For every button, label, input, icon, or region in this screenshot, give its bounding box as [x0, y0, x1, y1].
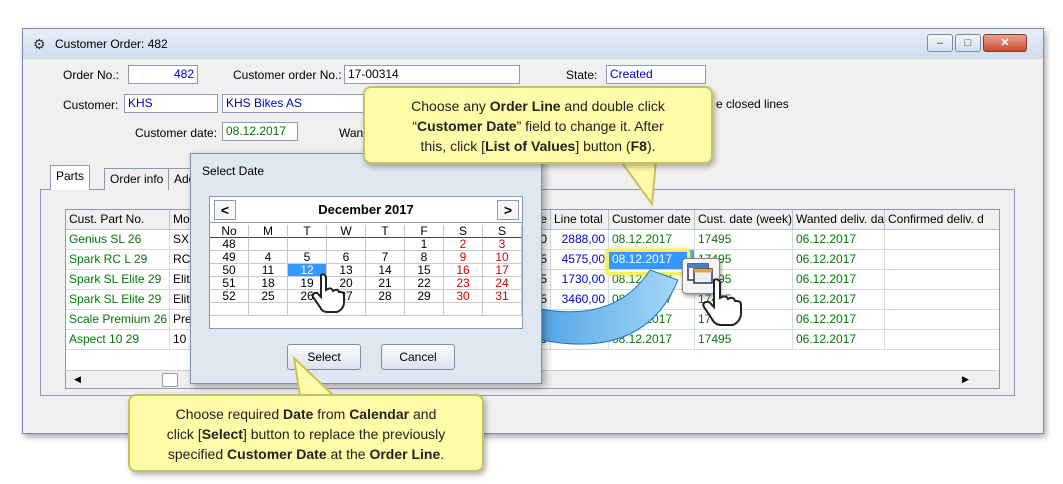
order-no-label: Order No.:	[63, 68, 120, 82]
cell-wanted-deliv[interactable]: 06.12.2017	[793, 230, 885, 250]
cell-wanted-deliv[interactable]: 06.12.2017	[793, 270, 885, 290]
column-header-cust-date-week[interactable]: Cust. date (week)	[695, 210, 793, 230]
state-field: Created	[606, 65, 706, 84]
customer-name-field: KHS Bikes AS	[222, 94, 372, 113]
calendar-header: < December 2017 >	[210, 197, 522, 223]
cell-cust-part-no[interactable]: Aspect 10 29	[66, 330, 170, 350]
horizontal-scroll-thumb[interactable]	[162, 373, 178, 387]
customer-label: Customer:	[63, 98, 119, 112]
select-date-dialog: Select Date < December 2017 > No M T W T F S S 4…	[190, 153, 542, 384]
week-number: 52	[210, 290, 249, 303]
cell-confirmed-deliv[interactable]	[885, 270, 999, 290]
column-header-cust-part-no[interactable]: Cust. Part No.	[66, 210, 170, 230]
weekday-header: T	[288, 225, 327, 238]
calendar-day[interactable]	[366, 303, 405, 316]
calendar-month-label: December 2017	[318, 202, 414, 217]
cell-wanted-deliv[interactable]: 06.12.2017	[793, 290, 885, 310]
cell-cust-part-no[interactable]: Genius SL 26	[66, 230, 170, 250]
cell-line-total[interactable]: 2888,00	[551, 230, 609, 250]
hide-closed-lines-label[interactable]: e closed lines	[716, 97, 789, 111]
cell-confirmed-deliv[interactable]	[885, 230, 999, 250]
calendar[interactable]: < December 2017 > No M T W T F S S 48 1 2 3 49 4 5 6 7 8 9…	[209, 196, 523, 329]
customer-order-no-field[interactable]: 17-00314	[344, 65, 520, 84]
hand-cursor-icon	[702, 278, 742, 326]
window-title: Customer Order: 482	[55, 37, 168, 51]
state-label: State:	[566, 68, 598, 82]
cell-cust-part-no[interactable]: Scale Premium 26	[66, 310, 170, 330]
weekday-header: M	[249, 225, 288, 238]
calendar-day[interactable]	[444, 303, 483, 316]
cell-cust-part-no[interactable]: Spark RC L 29	[66, 250, 170, 270]
cell-cust-part-no[interactable]: Spark SL Elite 29	[66, 270, 170, 290]
customer-date-field[interactable]: 08.12.2017	[222, 122, 298, 141]
calendar-day[interactable]	[405, 303, 444, 316]
calendar-day[interactable]	[483, 303, 522, 316]
calendar-day[interactable]	[249, 303, 288, 316]
cell-wanted-deliv[interactable]: 06.12.2017	[793, 330, 885, 350]
column-header-wanted-deliv[interactable]: Wanted deliv. da	[793, 210, 885, 230]
scroll-right-arrow-icon[interactable]: ▶	[962, 374, 969, 385]
instruction-callout-bottom: Choose required Date from Calendar and c…	[128, 394, 484, 472]
cancel-button[interactable]: Cancel	[381, 344, 455, 370]
scroll-left-arrow-icon[interactable]: ◀	[74, 374, 81, 385]
wanted-date-label: Wan	[339, 126, 364, 140]
calendar-day[interactable]: 31	[483, 290, 522, 303]
cell-cust-part-no[interactable]: Spark SL Elite 29	[66, 290, 170, 310]
weekday-header: T	[366, 225, 405, 238]
prev-month-button[interactable]: <	[214, 200, 236, 220]
callout-top-pointer	[618, 160, 658, 206]
cell-confirmed-deliv[interactable]	[885, 330, 999, 350]
customer-code-field[interactable]: KHS	[124, 94, 218, 113]
calendar-day[interactable]: 28	[366, 290, 405, 303]
next-month-button[interactable]: >	[497, 200, 519, 220]
cell-confirmed-deliv[interactable]	[885, 290, 999, 310]
cell-wanted-deliv[interactable]: 06.12.2017	[793, 310, 885, 330]
maximize-button[interactable]: □	[955, 34, 981, 52]
cell-customer-date[interactable]: 08.12.2017	[609, 230, 695, 250]
cell-cust-date-week[interactable]: 17495	[695, 230, 793, 250]
weekday-header: W	[327, 225, 366, 238]
title-bar[interactable]: ⚙ Customer Order: 482 – □ ✕	[23, 29, 1043, 59]
column-header-customer-date[interactable]: Customer date	[609, 210, 695, 230]
column-header-confirmed-deliv[interactable]: Confirmed deliv. d	[885, 210, 999, 230]
column-header-line-total[interactable]: Line total	[551, 210, 609, 230]
app-gear-icon: ⚙	[33, 36, 46, 52]
week-number	[210, 303, 249, 316]
calendar-day[interactable]: 30	[444, 290, 483, 303]
calendar-day[interactable]: 25	[249, 290, 288, 303]
tab-parts[interactable]: Parts	[50, 165, 91, 190]
customer-order-no-label: Customer order No.:	[233, 68, 342, 82]
tab-order-info[interactable]: Order info	[104, 168, 170, 190]
cell-wanted-deliv[interactable]: 06.12.2017	[793, 250, 885, 270]
calendar-day[interactable]: 29	[405, 290, 444, 303]
customer-date-label: Customer date:	[135, 126, 218, 140]
close-button[interactable]: ✕	[983, 34, 1027, 52]
cell-cust-date-week[interactable]: 17495	[695, 330, 793, 350]
minimize-button[interactable]: –	[927, 34, 953, 52]
cell-confirmed-deliv[interactable]	[885, 250, 999, 270]
dialog-title: Select Date	[202, 164, 265, 178]
order-no-field[interactable]: 482	[128, 65, 198, 84]
cell-confirmed-deliv[interactable]	[885, 310, 999, 330]
hand-cursor-icon-calendar	[311, 273, 345, 313]
instruction-callout-top: Choose any Order Line and double click “…	[363, 86, 713, 164]
